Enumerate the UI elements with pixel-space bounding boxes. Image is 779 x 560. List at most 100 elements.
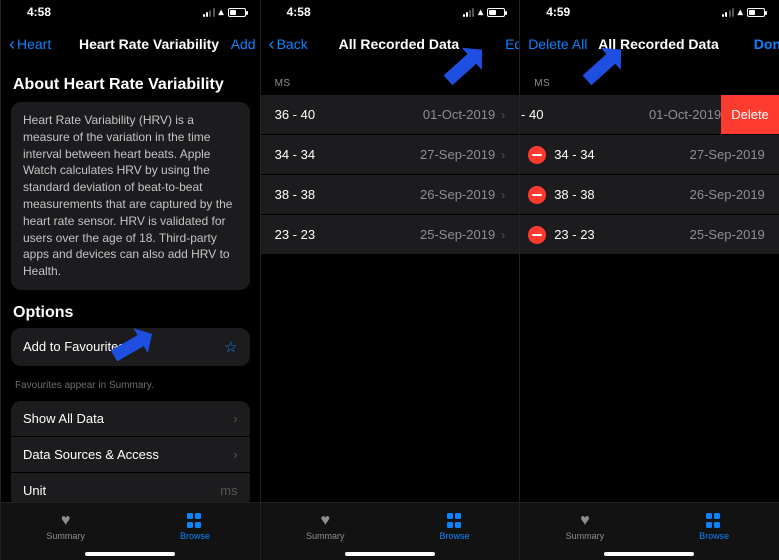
tab-browse[interactable]: Browse <box>390 503 519 550</box>
tab-browse-label: Browse <box>699 531 729 541</box>
tab-summary[interactable]: ♥ Summary <box>1 503 130 550</box>
status-bar: 4:58 ▴ <box>261 0 520 24</box>
minus-icon <box>528 226 546 244</box>
data-value: 6 - 40 <box>520 95 649 134</box>
data-date: 26-Sep-2019 <box>420 187 495 202</box>
nav-title: Heart Rate Variability <box>79 36 219 52</box>
data-date: 27-Sep-2019 <box>420 147 495 162</box>
content-scroll[interactable]: About Heart Rate Variability Heart Rate … <box>1 64 260 502</box>
status-icons: ▴ <box>722 7 765 18</box>
tab-summary[interactable]: ♥ Summary <box>520 503 649 550</box>
star-icon: ☆ <box>224 338 237 356</box>
content-scroll[interactable]: MS 36 - 40 01-Oct-2019 › 34 - 34 27-Sep-2… <box>261 64 520 502</box>
data-sources-cell[interactable]: Data Sources & Access › <box>11 437 250 473</box>
tab-browse-label: Browse <box>180 531 210 541</box>
data-row[interactable]: 23 - 23 25-Sep-2019 <box>520 215 779 254</box>
delete-button[interactable]: Delete <box>721 95 779 134</box>
chevron-right-icon: › <box>233 447 237 462</box>
chevron-right-icon: › <box>501 148 505 162</box>
data-value: 34 - 34 <box>554 135 689 174</box>
minus-icon <box>528 186 546 204</box>
home-indicator[interactable] <box>345 552 435 556</box>
tab-browse[interactable]: Browse <box>649 503 778 550</box>
unit-value: ms <box>220 483 237 498</box>
tab-summary-label: Summary <box>566 531 605 541</box>
remove-button[interactable] <box>520 226 554 244</box>
back-button[interactable]: ‹ Back <box>269 35 339 53</box>
status-icons: ▴ <box>203 7 246 18</box>
data-row[interactable]: 34 - 34 27-Sep-2019 › <box>261 135 520 175</box>
heart-icon: ♥ <box>580 513 590 529</box>
back-label: Heart <box>17 36 51 52</box>
tab-summary-label: Summary <box>306 531 345 541</box>
home-indicator[interactable] <box>85 552 175 556</box>
tab-summary[interactable]: ♥ Summary <box>261 503 390 550</box>
options-header: Options <box>1 290 260 328</box>
favourites-footnote: Favourites appear in Summary. <box>1 376 260 401</box>
status-bar: 4:59 ▴ <box>520 0 779 24</box>
show-all-data-cell[interactable]: Show All Data › <box>11 401 250 437</box>
tab-browse[interactable]: Browse <box>130 503 259 550</box>
data-date: 27-Sep-2019 <box>690 147 779 162</box>
add-data-button[interactable]: Add Data <box>219 36 260 52</box>
unit-label: Unit <box>23 483 46 498</box>
nav-title: All Recorded Data <box>339 36 460 52</box>
chevron-left-icon: ‹ <box>269 35 275 53</box>
grid-icon <box>706 513 722 529</box>
show-all-label: Show All Data <box>23 411 104 426</box>
chevron-right-icon: › <box>501 228 505 242</box>
data-date: 26-Sep-2019 <box>690 187 779 202</box>
data-value: 34 - 34 <box>275 147 315 162</box>
status-time: 4:58 <box>287 5 311 19</box>
data-date: 25-Sep-2019 <box>690 227 779 242</box>
phone-screen-2: 4:58 ▴ ‹ Back All Recorded Data Edit MS … <box>260 0 520 560</box>
ms-section-header: MS <box>261 64 520 95</box>
data-value: 38 - 38 <box>275 187 315 202</box>
unit-cell[interactable]: Unit ms <box>11 473 250 502</box>
status-icons: ▴ <box>463 7 506 18</box>
data-row[interactable]: 38 - 38 26-Sep-2019 › <box>261 175 520 215</box>
about-card: Heart Rate Variability (HRV) is a measur… <box>11 102 250 290</box>
content-scroll[interactable]: MS 6 - 40 01-Oct-2019 Delete 34 - 34 27-… <box>520 64 779 502</box>
data-row[interactable]: 23 - 23 25-Sep-2019 › <box>261 215 520 254</box>
back-button[interactable]: ‹ Heart <box>9 35 79 53</box>
data-date: 25-Sep-2019 <box>420 227 495 242</box>
chevron-right-icon: › <box>501 108 505 122</box>
done-button[interactable]: Done <box>719 36 779 52</box>
phone-screen-3: 4:59 ▴ Delete All All Recorded Data Done… <box>519 0 779 560</box>
delete-all-label: Delete All <box>528 36 587 52</box>
status-time: 4:59 <box>546 5 570 19</box>
data-row-swiped[interactable]: 6 - 40 01-Oct-2019 Delete <box>520 95 779 135</box>
nav-bar: ‹ Heart Heart Rate Variability Add Data <box>1 24 260 64</box>
home-indicator[interactable] <box>604 552 694 556</box>
data-sources-label: Data Sources & Access <box>23 447 159 462</box>
grid-icon <box>187 513 203 529</box>
data-date: 01-Oct-2019 <box>649 107 721 122</box>
tab-summary-label: Summary <box>46 531 85 541</box>
nav-bar: Delete All All Recorded Data Done <box>520 24 779 64</box>
data-value: 23 - 23 <box>554 215 689 254</box>
status-bar: 4:58 ▴ <box>1 0 260 24</box>
data-row[interactable]: 34 - 34 27-Sep-2019 <box>520 135 779 175</box>
data-date: 01-Oct-2019 <box>423 107 495 122</box>
delete-all-button[interactable]: Delete All <box>528 36 598 52</box>
heart-icon: ♥ <box>320 513 330 529</box>
tab-browse-label: Browse <box>440 531 470 541</box>
chevron-right-icon: › <box>501 188 505 202</box>
minus-icon <box>528 146 546 164</box>
data-row[interactable]: 38 - 38 26-Sep-2019 <box>520 175 779 215</box>
data-row[interactable]: 36 - 40 01-Oct-2019 › <box>261 95 520 135</box>
back-label: Back <box>277 36 308 52</box>
chevron-right-icon: › <box>233 411 237 426</box>
ms-section-header: MS <box>520 64 779 95</box>
data-value: 36 - 40 <box>275 107 315 122</box>
grid-icon <box>447 513 463 529</box>
remove-button[interactable] <box>520 146 554 164</box>
remove-button[interactable] <box>520 186 554 204</box>
about-header: About Heart Rate Variability <box>1 64 260 102</box>
data-value: 23 - 23 <box>275 227 315 242</box>
favourites-label: Add to Favourites <box>23 339 125 354</box>
heart-icon: ♥ <box>61 513 71 529</box>
chevron-left-icon: ‹ <box>9 35 15 53</box>
data-value: 38 - 38 <box>554 175 689 214</box>
